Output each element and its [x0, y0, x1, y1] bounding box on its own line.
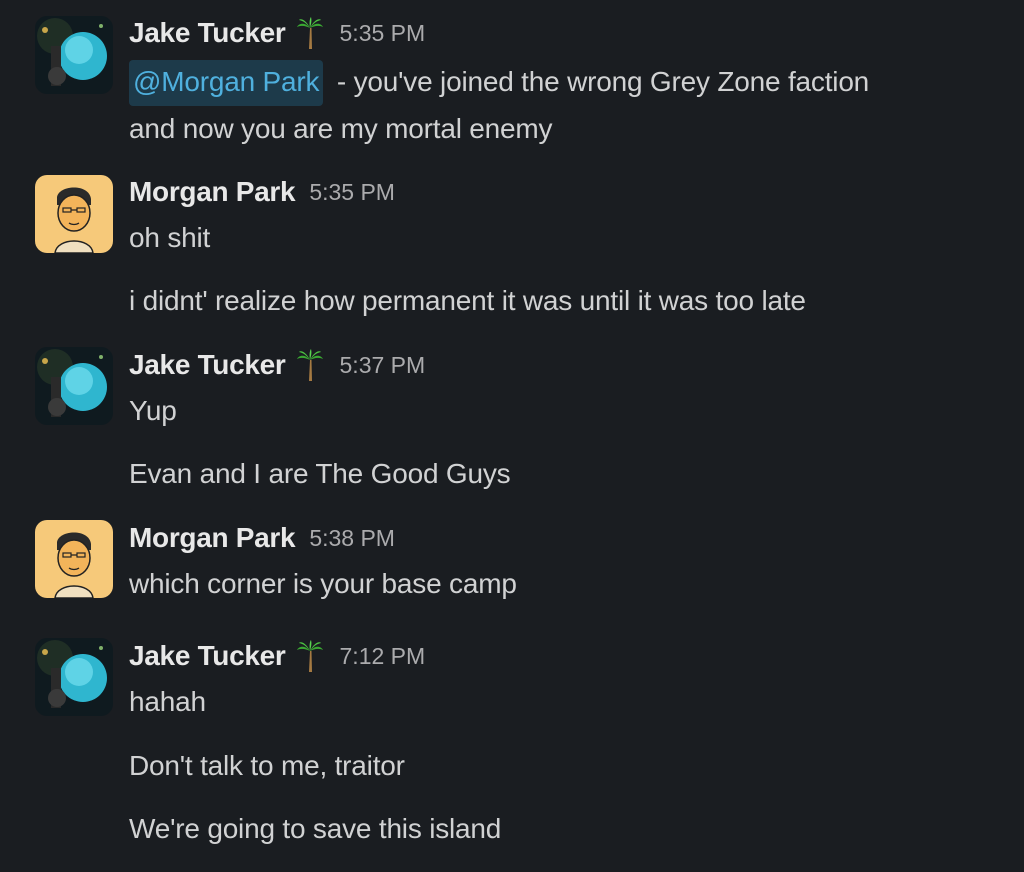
message-text: i didnt' realize how permanent it was un…	[129, 285, 806, 316]
message-text: Yup	[129, 395, 177, 426]
message-text: which corner is your base camp	[129, 568, 517, 599]
message-text: and now you are my mortal enemy	[129, 113, 553, 144]
message-header: Morgan Park 5:35 PM	[129, 174, 395, 210]
message-header: Jake Tucker 7:12 PM	[129, 638, 425, 674]
avatar-morgan-park[interactable]	[35, 520, 113, 598]
message-text: hahah	[129, 686, 206, 717]
palm-tree-icon	[296, 16, 324, 50]
timestamp[interactable]: 5:37 PM	[340, 352, 426, 379]
avatar-jake-tucker[interactable]	[35, 638, 113, 716]
author-name[interactable]: Jake Tucker	[129, 640, 286, 672]
avatar-morgan-park[interactable]	[35, 175, 113, 253]
message-header: Morgan Park 5:38 PM	[129, 520, 395, 556]
avatar-jake-tucker[interactable]	[35, 347, 113, 425]
author-name[interactable]: Jake Tucker	[129, 349, 286, 381]
message-header: Jake Tucker 5:35 PM	[129, 15, 425, 51]
author-name[interactable]: Jake Tucker	[129, 17, 286, 49]
message-text: We're going to save this island	[129, 813, 502, 844]
message-text: Evan and I are The Good Guys	[129, 458, 511, 489]
message-text: Don't talk to me, traitor	[129, 750, 405, 781]
timestamp[interactable]: 5:38 PM	[309, 525, 395, 552]
timestamp[interactable]: 5:35 PM	[340, 20, 426, 47]
author-name[interactable]: Morgan Park	[129, 176, 296, 208]
message-header: Jake Tucker 5:37 PM	[129, 347, 425, 383]
author-name[interactable]: Morgan Park	[129, 522, 296, 554]
user-mention[interactable]: @Morgan Park	[129, 60, 324, 106]
message-text: oh shit	[129, 222, 211, 253]
palm-tree-icon	[296, 348, 324, 382]
timestamp[interactable]: 5:35 PM	[309, 179, 395, 206]
message-text: @Morgan Park - you've joined the wrong G…	[129, 60, 869, 106]
message-text-segment: - you've joined the wrong Grey Zone fact…	[329, 66, 870, 97]
palm-tree-icon	[296, 639, 324, 673]
avatar-jake-tucker[interactable]	[35, 16, 113, 94]
timestamp[interactable]: 7:12 PM	[340, 643, 426, 670]
